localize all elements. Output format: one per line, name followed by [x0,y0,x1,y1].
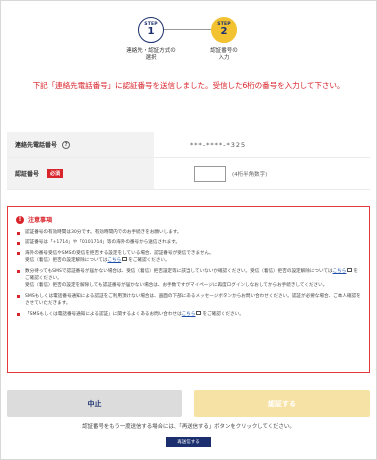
external-link-icon [347,267,353,272]
phone-value: ***-****-*325 [190,140,247,149]
external-link-icon [196,310,202,315]
instruction-text: 下記「連絡先電話番号」に認証番号を送信しました。受信した6桁の番号を入力して下さ… [32,81,345,90]
note-item: 「SMSもしくは電話番号通知による認証」に関するよくあるお問い合わせはこちら をご… [16,310,361,318]
phone-row: 連絡先電話番号 ? ***-****-*325 [7,132,370,158]
step-1: STEP 1 連絡先・認証方式の 選択 [111,17,191,62]
note-text: 海外の番号受信やSMSの受信を拒否する設定をしている場合、認証番号が受信できませ… [25,250,214,256]
step-2: STEP 2 認証番号の 入力 [184,17,264,62]
authenticate-button[interactable]: 認証する [194,390,370,417]
cancel-button[interactable]: 中止 [7,390,182,417]
note-text: SMSもしくは電話番号通知による認証をご利用頂けない場合は、画面の下部にあるメッ… [25,293,361,307]
note-link[interactable]: こちら [333,269,347,274]
code-hint: (4桁半角数字) [232,171,268,178]
phone-label-cell: 連絡先電話番号 ? [7,132,154,157]
note-item: 海外の番号受信やSMSの受信を拒否する設定をしている場合、認証番号が受信できませ… [16,250,361,265]
notes-title-text: 注意事項 [28,217,53,224]
step-2-circle: STEP 2 [211,17,237,43]
note-text: をご確認ください。 [128,258,170,264]
notes-title: ! 注意事項 [16,215,361,224]
note-text: 認証番号は「+1714」や「0101714」等の海外の番号から送信されます。 [25,240,180,246]
resend-button[interactable]: 再送信する [166,437,211,447]
step-1-circle: STEP 1 [138,17,164,43]
note-text: 認証番号の有効時間は30分です。有効時間内でのお手続きをお願いします。 [25,230,182,235]
verification-code-input[interactable] [194,165,226,182]
note-item: SMSもしくは電話番号通知による認証をご利用頂けない場合は、画面の下部にあるメッ… [16,293,361,308]
code-row: 認証番号 必須 (4桁半角数字) [7,158,370,190]
step-2-number: 2 [220,26,228,38]
step-1-number: 1 [147,26,155,38]
external-link-icon [122,257,128,262]
note-text: 数分待ってもSMSで認証番号が届かない場合は、受信（着信）拒否設定等に該当してい… [25,268,333,274]
step-2-caption: 認証番号の 入力 [184,48,264,62]
note-text: 「SMSもしくは電話番号通知による認証」に関するよくあるお問い合わせは [25,311,182,317]
warning-icon: ! [16,215,24,224]
note-link[interactable]: こちら [107,258,121,263]
step-1-caption-line1: 連絡先・認証方式の [126,48,176,54]
notes-box: ! 注意事項 認証番号の有効時間は30分です。有効時間内でのお手続きをお願いしま… [7,206,370,373]
progress-steps: STEP 1 連絡先・認証方式の 選択 STEP 2 認証番号の 入力 [0,12,377,72]
help-icon[interactable]: ? [62,140,71,149]
note-item: 認証番号の有効時間は30分です。有効時間内でのお手続きをお願いします。 [16,229,361,236]
step-1-caption: 連絡先・認証方式の 選択 [111,48,191,62]
step-2-caption-line1: 認証番号の [210,48,238,54]
note-item: 認証番号は「+1714」や「0101714」等の海外の番号から送信されます。 [16,239,361,246]
phone-label: 連絡先電話番号 [15,142,58,149]
note-text: 受信（着信）拒否の設定を解除しても認証番号が届かない場合は、お手数ですがマイペー… [25,283,328,289]
code-label: 認証番号 [15,171,40,178]
required-badge: 必須 [47,169,64,178]
notes-list: 認証番号の有効時間は30分です。有効時間内でのお手続きをお願いします。 認証番号… [16,229,361,318]
note-link[interactable]: こちら [182,312,196,317]
note-text: 受信（着信）拒否の設定解除については [25,258,108,264]
step-2-caption-line2: 入力 [218,55,230,61]
code-label-cell: 認証番号 必須 [7,158,154,189]
note-text: をご確認ください。 [202,311,244,317]
resend-note: 認証番号をもう一度送信する場合には、「再送信する」ボタンをクリックしてください。 [82,424,295,430]
note-item: 数分待ってもSMSで認証番号が届かない場合は、受信（着信）拒否設定等に該当してい… [16,267,361,290]
auth-form: 連絡先電話番号 ? ***-****-*325 認証番号 必須 (4桁半角数字) [7,132,370,190]
step-1-caption-line2: 選択 [145,55,157,61]
code-value-cell: (4桁半角数字) [154,158,370,189]
